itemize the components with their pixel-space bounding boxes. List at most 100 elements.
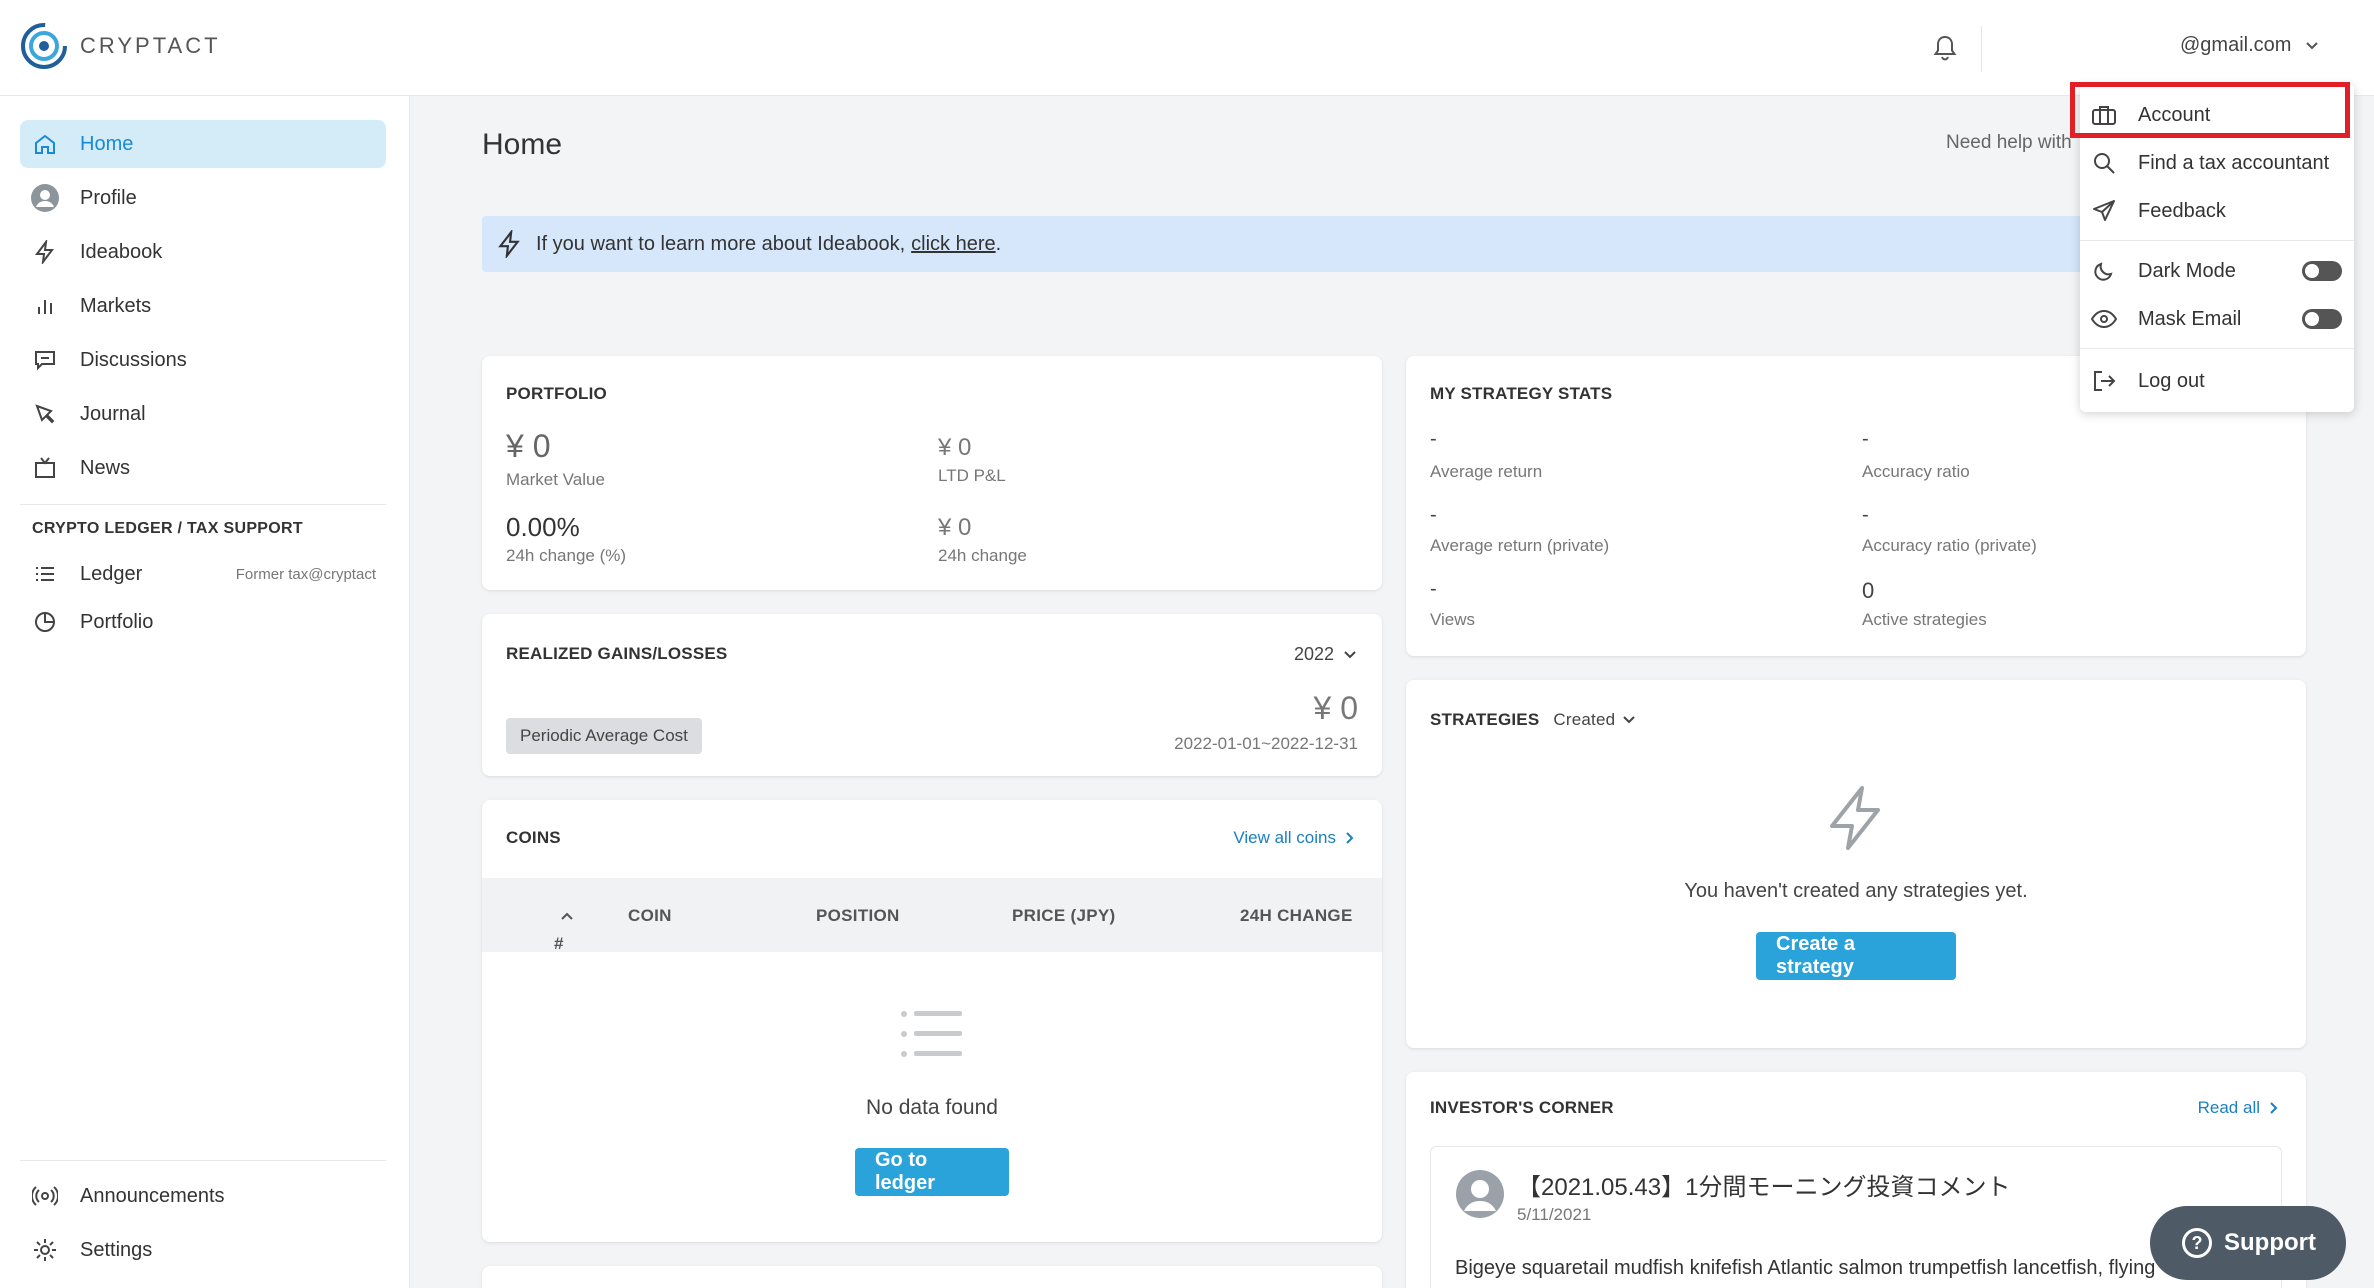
logout-icon	[2090, 367, 2118, 395]
change-pct-value: 0.00%	[506, 512, 580, 542]
pie-chart-icon	[30, 607, 60, 637]
sidebar-item-settings[interactable]: Settings	[20, 1226, 386, 1274]
sidebar-item-ledger[interactable]: Ledger Former tax@cryptact	[20, 550, 386, 598]
portfolio-card: PORTFOLIO ¥ 0 Market Value ¥ 0 LTD P&L 0…	[482, 356, 1382, 590]
sidebar-item-ideabook[interactable]: Ideabook	[20, 228, 386, 276]
menu-item-label: Mask Email	[2138, 307, 2242, 330]
menu-item-label: Dark Mode	[2138, 259, 2236, 282]
read-all-link[interactable]: Read all	[2198, 1098, 2278, 1118]
user-menu-trigger[interactable]: @gmail.com	[2180, 34, 2319, 57]
need-help-link[interactable]: Need help with	[1946, 132, 2076, 154]
support-button[interactable]: ? Support	[2150, 1206, 2346, 1280]
strategies-card: STRATEGIES Created You haven't created a…	[1406, 680, 2306, 1048]
go-to-ledger-button[interactable]: Go to ledger	[855, 1148, 1009, 1196]
column-label: #	[554, 934, 564, 953]
brand-name: CRYPTACT	[80, 33, 221, 58]
chevron-right-icon	[2270, 1102, 2278, 1114]
avg-return-private-label: Average return (private)	[1430, 536, 1610, 555]
view-all-coins-label: View all coins	[1233, 828, 1336, 847]
menu-item-log-out[interactable]: Log out	[2080, 358, 2354, 404]
sidebar-divider	[20, 504, 386, 505]
column-position[interactable]: POSITION	[816, 906, 900, 926]
avg-return-value: -	[1430, 428, 1437, 450]
page-title: Home	[482, 128, 563, 161]
sidebar-item-label: News	[80, 456, 131, 479]
eye-icon	[2090, 305, 2118, 333]
card-title: INVESTOR'S CORNER	[1430, 1098, 1614, 1117]
mask-email-toggle[interactable]	[2302, 309, 2342, 329]
post-card[interactable]: 【2021.05.43】1分間モーニング投資コメント 5/11/2021 Big…	[1430, 1146, 2282, 1288]
sidebar-divider	[20, 1160, 386, 1161]
avatar-icon	[1456, 1170, 1504, 1218]
sidebar-item-journal[interactable]: Journal	[20, 390, 386, 438]
accuracy-label: Accuracy ratio	[1862, 462, 1970, 481]
sidebar-item-announcements[interactable]: Announcements	[20, 1172, 386, 1220]
coins-table-header: # COIN POSITION PRICE (JPY) 24H CHANGE	[482, 878, 1382, 953]
bolt-icon	[30, 237, 60, 267]
notification-bell-icon[interactable]	[1932, 34, 1958, 62]
sidebar-item-label: Journal	[80, 402, 146, 425]
help-icon: ?	[2182, 1228, 2212, 1258]
ltd-pl-label: LTD P&L	[938, 466, 1006, 485]
bar-chart-icon	[30, 291, 60, 321]
account-highlight-box	[2070, 82, 2350, 138]
send-icon	[2090, 197, 2118, 225]
banner-text: If you want to learn more about Ideabook…	[536, 232, 906, 255]
home-icon	[30, 129, 60, 159]
column-24h-change[interactable]: 24H CHANGE	[1240, 906, 1353, 926]
sidebar-item-label: Portfolio	[80, 610, 154, 633]
sidebar-item-profile[interactable]: Profile	[20, 174, 386, 222]
accuracy-private-value: -	[1862, 504, 1869, 526]
menu-item-find-tax-accountant[interactable]: Find a tax accountant	[2080, 140, 2354, 186]
sidebar-item-label: Discussions	[80, 348, 187, 371]
avg-return-private-value: -	[1430, 504, 1437, 526]
bolt-icon	[498, 230, 520, 258]
strategies-filter[interactable]: Created	[1553, 710, 1635, 730]
views-label: Views	[1430, 610, 1476, 629]
card-title: MY STRATEGY STATS	[1430, 384, 1613, 403]
create-strategy-button[interactable]: Create a strategy	[1756, 932, 1956, 980]
menu-item-feedback[interactable]: Feedback	[2080, 188, 2354, 234]
dark-mode-toggle[interactable]	[2302, 261, 2342, 281]
view-all-coins-link[interactable]: View all coins	[1233, 828, 1354, 848]
sidebar-item-home[interactable]: Home	[20, 120, 386, 168]
menu-item-mask-email[interactable]: Mask Email	[2080, 296, 2354, 342]
post-excerpt: Bigeye squaretail mudfish knifefish Atla…	[1455, 1257, 2156, 1279]
sidebar-item-label: Ideabook	[80, 240, 163, 263]
realized-range: 2022-01-01~2022-12-31	[1174, 734, 1358, 753]
ltd-pl-value: ¥ 0	[938, 434, 972, 461]
cost-method-chip: Periodic Average Cost	[506, 718, 702, 754]
cryptact-logo-icon	[21, 23, 67, 69]
tv-icon	[30, 453, 60, 483]
empty-list-icon	[901, 1011, 962, 1057]
menu-item-dark-mode[interactable]: Dark Mode	[2080, 248, 2354, 294]
card-title: COINS	[506, 828, 561, 847]
accuracy-private-label: Accuracy ratio (private)	[1862, 536, 2037, 555]
sidebar: Home Profile Ideabook Markets Discussion…	[0, 96, 410, 1288]
logo[interactable]: CRYPTACT	[20, 22, 221, 70]
strategies-empty-text: You haven't created any strategies yet.	[1684, 880, 2028, 902]
sidebar-item-discussions[interactable]: Discussions	[20, 336, 386, 384]
sidebar-item-label: Markets	[80, 294, 152, 317]
info-banner: If you want to learn more about Ideabook…	[482, 216, 2306, 272]
card-title: REALIZED GAINS/LOSSES	[506, 644, 728, 663]
user-email: @gmail.com	[2180, 34, 2292, 56]
sidebar-item-markets[interactable]: Markets	[20, 282, 386, 330]
sidebar-item-label: Profile	[80, 186, 137, 209]
column-rank[interactable]: #	[554, 906, 574, 953]
chevron-down-icon	[1344, 650, 1356, 658]
moon-icon	[2090, 257, 2118, 285]
support-label: Support	[2224, 1229, 2316, 1256]
column-coin[interactable]: COIN	[628, 906, 672, 926]
sidebar-item-portfolio[interactable]: Portfolio	[20, 598, 386, 646]
sidebar-item-news[interactable]: News	[20, 444, 386, 492]
broadcast-icon	[30, 1181, 60, 1211]
banner-link[interactable]: click here	[911, 233, 995, 256]
year-select[interactable]: 2022	[1294, 644, 1356, 665]
active-strategies-label: Active strategies	[1862, 610, 1987, 629]
ledger-sublabel: Former tax@cryptact	[235, 565, 376, 583]
top-bar: CRYPTACT @gmail.com	[0, 0, 2374, 96]
column-price[interactable]: PRICE (JPY)	[1012, 906, 1115, 926]
menu-item-label: Log out	[2138, 369, 2205, 392]
sidebar-item-label: Home	[80, 132, 134, 155]
